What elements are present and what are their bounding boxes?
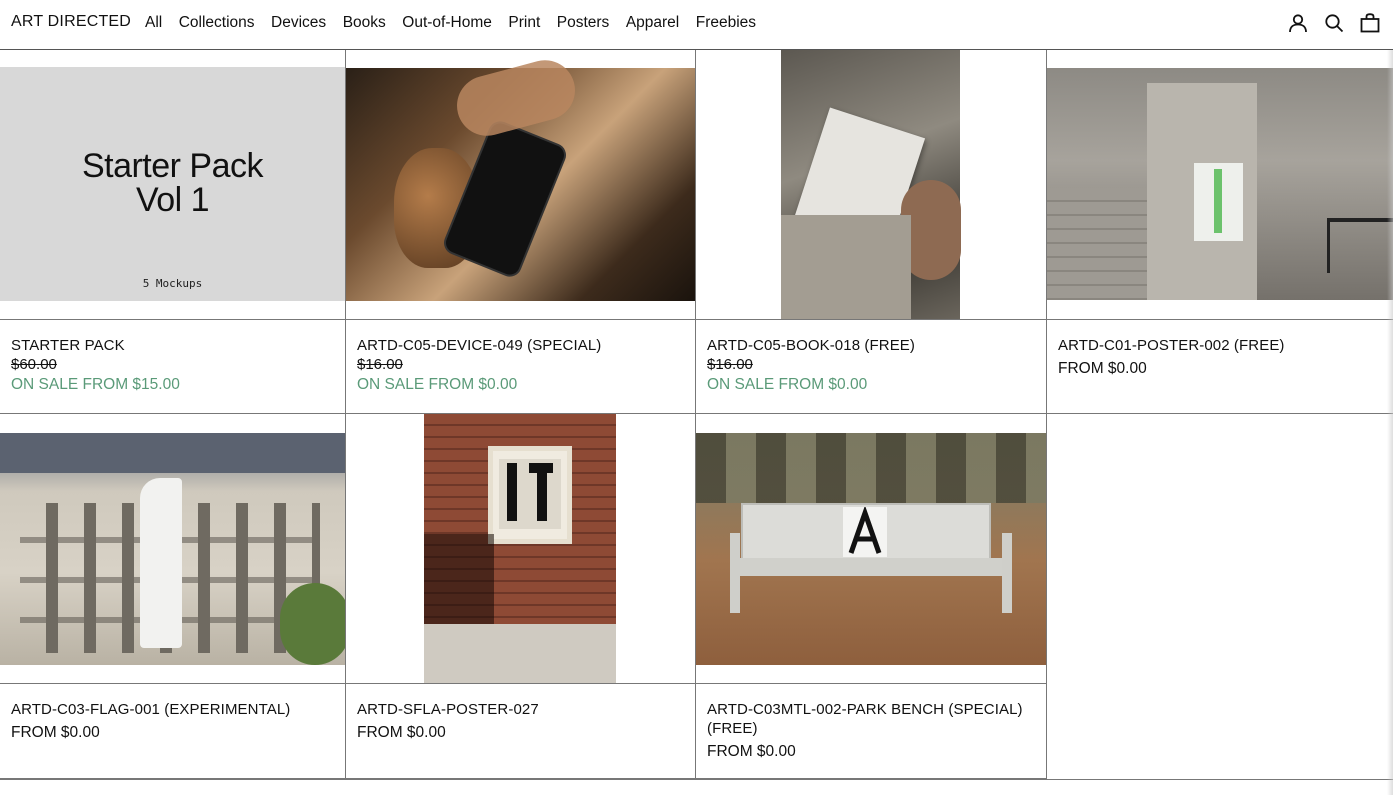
sale-price: ON SALE FROM $0.00 [357,376,518,393]
box-shape [781,215,911,319]
sidewalk-shape [424,624,616,683]
bench-base-shape [734,558,1009,576]
product-title[interactable]: ARTD-SFLA-POSTER-027 [357,700,685,719]
main-nav: All Collections Devices Books Out-of-Hom… [145,14,773,32]
bag-icon[interactable] [1359,12,1381,34]
bench-leg-left [730,533,740,613]
poster-shape [1194,163,1243,241]
account-icon[interactable] [1287,12,1309,34]
product-info: ARTD-SFLA-POSTER-027 FROM $0.00 [357,700,685,743]
header-icons [1287,12,1381,34]
product-card[interactable]: ARTD-C05-DEVICE-049 (SPECIAL) $16.00 ON … [346,50,696,414]
product-image[interactable]: Starter Pack Vol 1 5 Mockups [0,50,345,320]
device-photo [346,53,695,301]
image-caption: 5 Mockups [142,277,203,290]
product-image[interactable] [346,414,695,684]
flag-photo [0,433,345,665]
sale-price: ON SALE FROM $0.00 [707,376,868,393]
trees-shape [696,433,1046,503]
image-headline-sub: Vol 1 [135,181,210,219]
roof-shape [0,433,345,473]
nav-devices[interactable]: Devices [271,14,326,32]
product-card[interactable]: ARTD-C05-BOOK-018 (FREE) $16.00 ON SALE … [696,50,1047,414]
compare-price: $16.00 [357,356,403,373]
product-title[interactable]: ARTD-C01-POSTER-002 (FREE) [1058,336,1383,355]
product-title[interactable]: STARTER PACK [11,336,335,355]
product-price: FROM $0.00 [707,743,796,760]
product-info: ARTD-C05-BOOK-018 (FREE) $16.00 ON SALE … [707,336,1036,395]
product-title[interactable]: ARTD-C03-FLAG-001 (EXPERIMENTAL) [11,700,335,719]
product-info: ARTD-C01-POSTER-002 (FREE) FROM $0.00 [1058,336,1383,379]
tree-shape [280,583,345,665]
nav-books[interactable]: Books [343,14,386,32]
flag-shape [140,478,182,648]
stairs-shape [1047,188,1147,300]
product-price: FROM $0.00 [1058,360,1147,377]
nav-apparel[interactable]: Apparel [626,14,679,32]
compare-price: $60.00 [11,356,57,373]
search-icon[interactable] [1323,12,1345,34]
book-photo [781,50,961,319]
product-title[interactable]: ARTD-C03MTL-002-PARK BENCH (SPECIAL) (FR… [707,700,1036,738]
product-card[interactable]: ARTD-C01-POSTER-002 (FREE) FROM $0.00 [1047,50,1393,414]
product-grid: Starter Pack Vol 1 5 Mockups STARTER PAC… [0,50,1393,779]
shadow-shape [424,534,494,624]
product-info: ARTD-C05-DEVICE-049 (SPECIAL) $16.00 ON … [357,336,685,395]
phone-shape [440,117,570,281]
product-image[interactable] [696,414,1046,684]
bench-sign-shape [843,505,887,557]
product-image[interactable] [696,50,1046,320]
nav-all[interactable]: All [145,14,162,32]
nav-freebies[interactable]: Freebies [696,14,756,32]
bench-leg-right [1002,533,1012,613]
window-frame-shape [488,446,572,544]
product-info: ARTD-C03-FLAG-001 (EXPERIMENTAL) FROM $0… [11,700,335,743]
product-image[interactable] [346,50,695,320]
nav-print[interactable]: Print [508,14,540,32]
product-image[interactable] [0,414,345,684]
product-info: ARTD-C03MTL-002-PARK BENCH (SPECIAL) (FR… [707,700,1036,762]
product-image[interactable] [1047,50,1393,320]
product-card[interactable]: ARTD-C03MTL-002-PARK BENCH (SPECIAL) (FR… [696,414,1047,779]
bench-photo [696,433,1046,665]
product-card[interactable]: Starter Pack Vol 1 5 Mockups STARTER PAC… [0,50,346,414]
sale-price: ON SALE FROM $15.00 [11,376,180,393]
brick-photo [424,414,616,683]
nav-collections[interactable]: Collections [179,14,255,32]
product-price: FROM $0.00 [357,724,446,741]
nav-out-of-home[interactable]: Out-of-Home [402,14,492,32]
site-header: ART DIRECTED All Collections Devices Boo… [0,0,1393,50]
grid-bottom-border [0,779,1393,780]
bench-shape [1327,218,1393,273]
image-headline: Starter Pack [81,147,264,185]
product-info: STARTER PACK $60.00 ON SALE FROM $15.00 [11,336,335,395]
product-card[interactable]: ARTD-C03-FLAG-001 (EXPERIMENTAL) FROM $0… [0,414,346,779]
product-price: FROM $0.00 [11,724,100,741]
scrollbar-edge [1387,50,1393,795]
compare-price: $16.00 [707,356,753,373]
product-title[interactable]: ARTD-C05-BOOK-018 (FREE) [707,336,1036,355]
poster-photo [1047,68,1393,300]
product-title[interactable]: ARTD-C05-DEVICE-049 (SPECIAL) [357,336,685,355]
product-card[interactable]: ARTD-SFLA-POSTER-027 FROM $0.00 [346,414,696,779]
site-logo[interactable]: ART DIRECTED [11,13,131,31]
nav-posters[interactable]: Posters [557,14,610,32]
